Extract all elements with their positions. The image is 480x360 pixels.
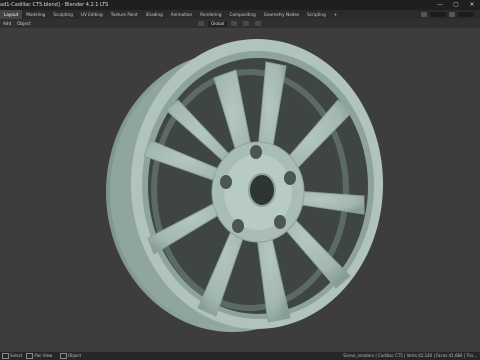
- 3d-viewport[interactable]: [0, 28, 480, 352]
- wheel-model: [106, 39, 383, 332]
- tab-shading[interactable]: Shading: [142, 10, 167, 19]
- mouse-middle-icon: [26, 353, 34, 359]
- lug-hole: [250, 145, 262, 159]
- title-bar: ad1-Cadillac CT5.blend] - Blender 4.2.1 …: [0, 0, 480, 10]
- tab-texture-paint[interactable]: Texture Paint: [107, 10, 142, 19]
- tab-sculpting[interactable]: Sculpting: [49, 10, 77, 19]
- lug-hole: [274, 215, 286, 229]
- scene-field[interactable]: [430, 12, 446, 17]
- lug-hole: [284, 171, 296, 185]
- tab-layout[interactable]: Layout: [0, 10, 23, 19]
- workspace-tabs: Layout Modeling Sculpting UV Editing Tex…: [0, 10, 480, 19]
- view-layer-icon[interactable]: [449, 12, 455, 17]
- hint-select: Select: [2, 352, 22, 360]
- pivot-icon[interactable]: [231, 21, 238, 26]
- scene-selector: [421, 10, 474, 19]
- add-workspace-button[interactable]: +: [330, 10, 342, 19]
- orientation-dropdown[interactable]: Global: [208, 20, 228, 27]
- menu-add[interactable]: Add: [0, 21, 14, 26]
- window-controls: — ▢ ✕: [436, 0, 476, 10]
- mouse-right-icon: [60, 353, 67, 359]
- lug-hole: [220, 175, 232, 189]
- tab-modeling[interactable]: Modeling: [22, 10, 49, 19]
- status-bar: Select Pan View Object Scene_nmaters | C…: [0, 352, 480, 360]
- status-hints: Select Pan View: [2, 352, 52, 360]
- hint-pan-label: Pan View: [34, 353, 53, 358]
- menu-object[interactable]: Object: [14, 21, 34, 26]
- tab-scripting[interactable]: Scripting: [303, 10, 330, 19]
- minimize-button[interactable]: —: [436, 0, 444, 10]
- scene-icon[interactable]: [421, 12, 427, 17]
- hint-pan: Pan View: [26, 352, 52, 360]
- tab-uv-editing[interactable]: UV Editing: [77, 10, 107, 19]
- scene-statistics: Scene_nmaters | Cadillac CT5 | Verts:42,…: [343, 353, 477, 358]
- proportional-edit-icon[interactable]: [255, 21, 262, 26]
- hint-object-label: Object: [68, 353, 82, 358]
- view-layer-field[interactable]: [458, 12, 474, 17]
- close-button[interactable]: ✕: [468, 0, 476, 10]
- tab-animation[interactable]: Animation: [167, 10, 196, 19]
- maximize-button[interactable]: ▢: [452, 0, 460, 10]
- transform-orientation: Global: [196, 19, 263, 28]
- orientation-icon[interactable]: [198, 21, 204, 26]
- window-title: ad1-Cadillac CT5.blend] - Blender 4.2.1 …: [0, 2, 109, 8]
- mouse-left-icon: [2, 353, 9, 359]
- snap-icon[interactable]: [243, 21, 250, 26]
- tab-geometry-nodes[interactable]: Geometry Nodes: [260, 10, 303, 19]
- hint-object: Object: [60, 352, 81, 360]
- tab-rendering[interactable]: Rendering: [196, 10, 225, 19]
- tab-compositing[interactable]: Compositing: [226, 10, 260, 19]
- lug-hole: [232, 219, 244, 233]
- hint-select-label: Select: [10, 353, 23, 358]
